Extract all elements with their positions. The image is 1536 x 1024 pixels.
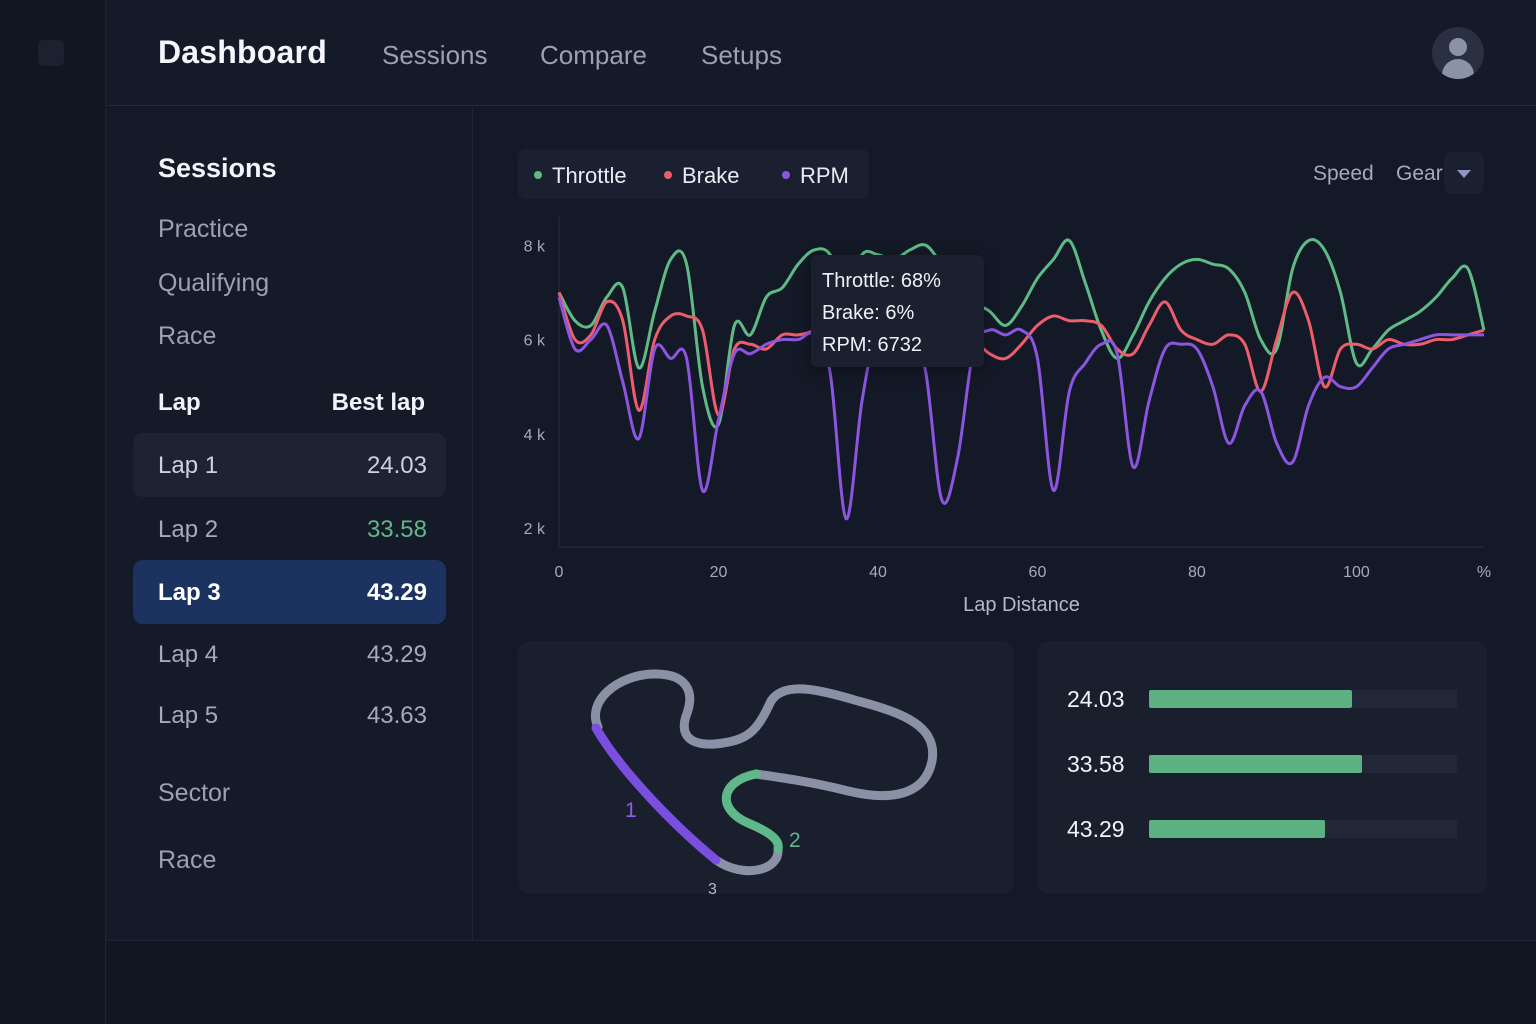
- lap-bar-fill: [1149, 755, 1362, 773]
- lap-bar-value: 43.29: [1067, 816, 1125, 842]
- lap-bar-row[interactable]: 33.58: [1067, 749, 1487, 779]
- x-axis-label: Lap Distance: [963, 594, 1080, 616]
- speed-toggle[interactable]: Speed: [1313, 162, 1374, 186]
- x-tick-label: %: [1477, 564, 1491, 581]
- y-tick-label: 6 k: [524, 333, 546, 350]
- channel-dropdown-button[interactable]: [1444, 152, 1484, 194]
- legend-brake[interactable]: Brake: [664, 163, 739, 189]
- user-avatar-icon[interactable]: [1432, 27, 1484, 79]
- session-qualifying[interactable]: Qualifying: [158, 269, 269, 298]
- throttle-dot-icon: [534, 171, 542, 180]
- lap-bar-track: [1149, 820, 1457, 838]
- x-tick-label: 20: [710, 564, 728, 581]
- nav-setups[interactable]: Setups: [701, 40, 782, 71]
- x-tick-label: 40: [869, 564, 887, 581]
- sector-label: 2: [789, 829, 801, 852]
- nav-sessions[interactable]: Sessions: [382, 40, 488, 71]
- chart-legend: Throttle Brake RPM: [518, 149, 869, 199]
- sessions-heading: Sessions: [158, 153, 277, 183]
- lap-time-best: 33.58: [366, 516, 427, 543]
- telemetry-chart[interactable]: 8 k 6 k 4 k 2 k 0 20 40 60 80 100 % Lap Distance: [474, 207, 1536, 627]
- x-tick-label: 100: [1343, 564, 1370, 581]
- avatar-body: [1442, 59, 1474, 79]
- sector-1-path: [591, 723, 721, 865]
- lap-row[interactable]: Lap 2 33.58: [133, 497, 446, 561]
- app-logo-icon[interactable]: [38, 40, 64, 66]
- lap-row[interactable]: Lap 5 43.63: [133, 683, 446, 747]
- sector-2-path: [722, 769, 783, 854]
- top-bar: Dashboard Sessions Compare Setups: [106, 0, 1536, 106]
- lap-time: 43.29: [366, 579, 427, 606]
- lap-bar-row[interactable]: 24.03: [1067, 684, 1487, 714]
- legend-brake-label: Brake: [682, 163, 740, 188]
- avatar-head: [1449, 38, 1467, 56]
- lap-name: Lap 5: [158, 702, 219, 729]
- rpm-series-line[interactable]: [557, 296, 1484, 521]
- lap-time: 24.03: [366, 452, 427, 479]
- rpm-dot-icon: [782, 171, 790, 180]
- x-tick-label: 80: [1188, 564, 1206, 581]
- lap-time: 43.63: [366, 702, 427, 729]
- lap-bar-track: [1149, 690, 1457, 708]
- lap-column-header: Lap: [158, 389, 201, 416]
- lap-bars-panel: 24.03 33.58 43.29: [1037, 641, 1487, 894]
- throttle-series-line[interactable]: [557, 238, 1486, 429]
- sector-link[interactable]: Sector: [158, 779, 230, 808]
- track-outline: [591, 669, 938, 801]
- main-panel: Throttle Brake RPM Speed Gear 8 k 6 k 4 k 2…: [474, 107, 1536, 940]
- best-lap-column-header: Best lap: [331, 389, 425, 416]
- y-tick-label: 4 k: [524, 427, 546, 444]
- x-tick-label: 60: [1029, 564, 1047, 581]
- legend-throttle[interactable]: Throttle: [534, 163, 627, 189]
- gear-toggle[interactable]: Gear: [1396, 162, 1443, 186]
- tooltip-brake: Brake: 6%: [822, 302, 915, 324]
- x-tick-label: 0: [555, 564, 564, 581]
- legend-rpm[interactable]: RPM: [782, 163, 849, 189]
- lap-bar-value: 24.03: [1067, 686, 1125, 712]
- page-title: Dashboard: [158, 34, 327, 70]
- lap-bar-fill: [1149, 690, 1353, 708]
- lap-bar-value: 33.58: [1067, 751, 1125, 777]
- session-race[interactable]: Race: [158, 322, 216, 351]
- lap-bar-track: [1149, 755, 1457, 773]
- chevron-down-icon: [1457, 170, 1471, 178]
- race-link[interactable]: Race: [158, 846, 216, 875]
- nav-compare[interactable]: Compare: [540, 40, 647, 71]
- chart-tooltip: Throttle: 68% Brake: 6% RPM: 6732: [811, 255, 984, 367]
- lap-row-selected[interactable]: Lap 3 43.29: [133, 560, 446, 624]
- footer-bar: [106, 940, 1536, 1024]
- lap-name: Lap 4: [158, 641, 219, 668]
- tooltip-throttle: Throttle: 68%: [822, 270, 941, 292]
- lap-bar-fill: [1149, 820, 1325, 838]
- sidebar: Sessions Practice Qualifying Race Lap Be…: [106, 107, 473, 940]
- tooltip-rpm: RPM: 6732: [822, 334, 923, 356]
- lap-name: Lap 3: [158, 579, 221, 606]
- track-map-panel: 1 2 3: [518, 641, 1013, 898]
- lap-bar-row[interactable]: 43.29: [1067, 814, 1487, 844]
- session-practice[interactable]: Practice: [158, 215, 248, 244]
- left-rail: [0, 0, 106, 1024]
- lap-row[interactable]: Lap 4 43.29: [133, 622, 446, 686]
- track-map[interactable]: 1 2 3: [518, 641, 1013, 898]
- brake-dot-icon: [664, 171, 672, 180]
- lap-name: Lap 2: [158, 516, 219, 543]
- track-outline: [711, 844, 783, 876]
- sector-label: 3: [708, 881, 717, 894]
- lap-row[interactable]: Lap 1 24.03: [133, 433, 446, 497]
- lap-time: 43.29: [366, 641, 427, 668]
- y-tick-label: 8 k: [524, 238, 546, 255]
- legend-rpm-label: RPM: [800, 163, 849, 188]
- sector-label: 1: [625, 799, 637, 822]
- legend-throttle-label: Throttle: [552, 163, 627, 188]
- y-tick-label: 2 k: [524, 521, 546, 538]
- lap-name: Lap 1: [158, 452, 219, 479]
